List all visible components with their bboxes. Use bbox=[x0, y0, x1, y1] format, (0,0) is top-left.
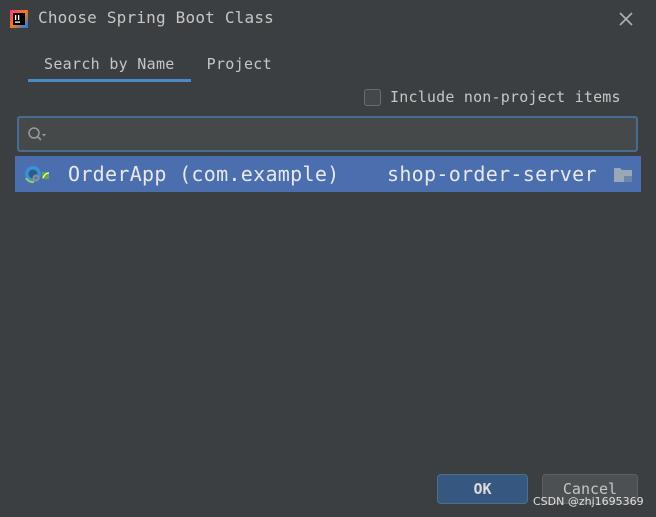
close-icon[interactable] bbox=[616, 9, 636, 29]
module-folder-icon bbox=[614, 168, 632, 182]
intellij-app-icon bbox=[10, 10, 28, 28]
result-module-name: shop-order-server bbox=[387, 162, 597, 186]
dialog-title: Choose Spring Boot Class bbox=[38, 8, 274, 27]
include-non-project-option[interactable]: Include non-project items bbox=[364, 88, 621, 106]
title-bar: Choose Spring Boot Class bbox=[0, 0, 656, 38]
search-box[interactable] bbox=[17, 116, 638, 152]
tab-bar: Search by Name Project bbox=[28, 50, 288, 82]
result-row[interactable]: OrderApp (com.example) shop-order-server bbox=[15, 156, 641, 192]
include-non-project-checkbox[interactable] bbox=[364, 88, 381, 106]
ok-button[interactable]: OK bbox=[437, 474, 528, 504]
include-non-project-label: Include non-project items bbox=[390, 88, 621, 106]
result-class-name: OrderApp (com.example) bbox=[68, 162, 340, 186]
search-icon[interactable] bbox=[27, 126, 49, 144]
watermark: CSDN @zhj1695369 bbox=[533, 495, 644, 508]
tab-project[interactable]: Project bbox=[191, 50, 288, 82]
tab-search-by-name[interactable]: Search by Name bbox=[28, 50, 191, 82]
search-input[interactable] bbox=[55, 123, 625, 145]
spring-boot-class-icon bbox=[25, 166, 50, 184]
